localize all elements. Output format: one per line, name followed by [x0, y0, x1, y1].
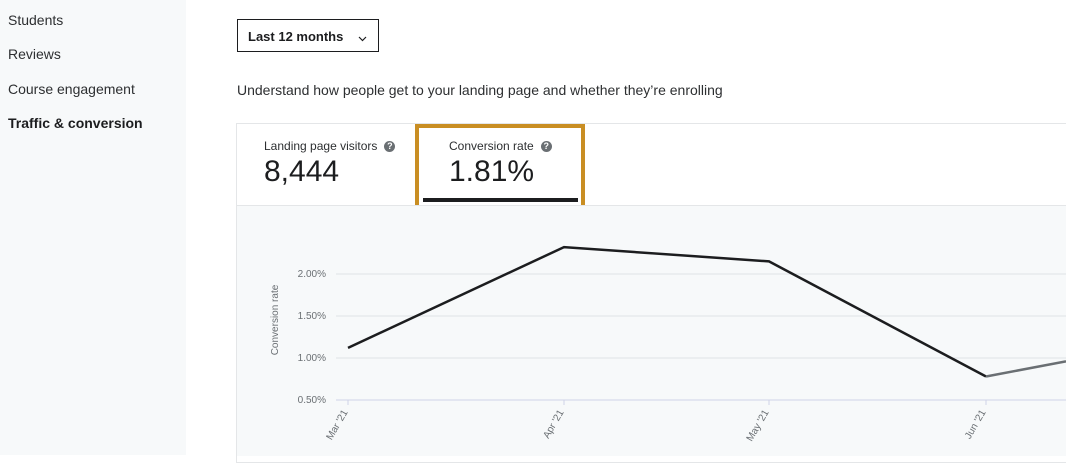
highlight-box: [415, 124, 585, 211]
y-tick-label: 0.50%: [298, 395, 326, 406]
page-description: Understand how people get to your landin…: [237, 82, 723, 98]
date-range-value: Last 12 months: [248, 29, 344, 44]
metric-value: 8,444: [264, 155, 340, 188]
series-line: [347, 245, 987, 378]
chart-area: 0.50% 1.00% 1.50% 2.00% Mar '21 Apr '21 May '…: [237, 205, 1066, 456]
y-tick-label: 1.00%: [298, 353, 326, 364]
chevron-down-icon: [358, 30, 367, 45]
metric-landing-page-visitors[interactable]: Landing page visitors ? 8,444: [264, 139, 396, 189]
x-tick-label: Mar '21: [325, 408, 351, 442]
sidebar-item-reviews[interactable]: Reviews: [8, 46, 61, 62]
metric-label: Landing page visitors: [264, 139, 378, 153]
sidebar: Students Reviews Course engagement Traff…: [0, 0, 186, 455]
series-line-partial: [985, 360, 1066, 378]
y-tick-label: 2.00%: [298, 269, 326, 280]
help-icon[interactable]: ?: [384, 140, 396, 152]
x-tick-label: Jun '21: [963, 408, 989, 442]
y-axis-label: Conversion rate: [270, 284, 281, 355]
x-tick-label: May '21: [745, 408, 772, 444]
sidebar-item-students[interactable]: Students: [8, 12, 63, 28]
date-range-dropdown[interactable]: Last 12 months: [237, 19, 379, 52]
conversion-rate-chart: 0.50% 1.00% 1.50% 2.00% Mar '21 Apr '21 May '…: [270, 245, 1066, 444]
sidebar-item-traffic-conversion[interactable]: Traffic & conversion: [8, 115, 143, 131]
y-tick-label: 1.50%: [298, 311, 326, 322]
x-tick-label: Apr '21: [541, 408, 566, 441]
sidebar-item-course-engagement[interactable]: Course engagement: [8, 81, 135, 97]
